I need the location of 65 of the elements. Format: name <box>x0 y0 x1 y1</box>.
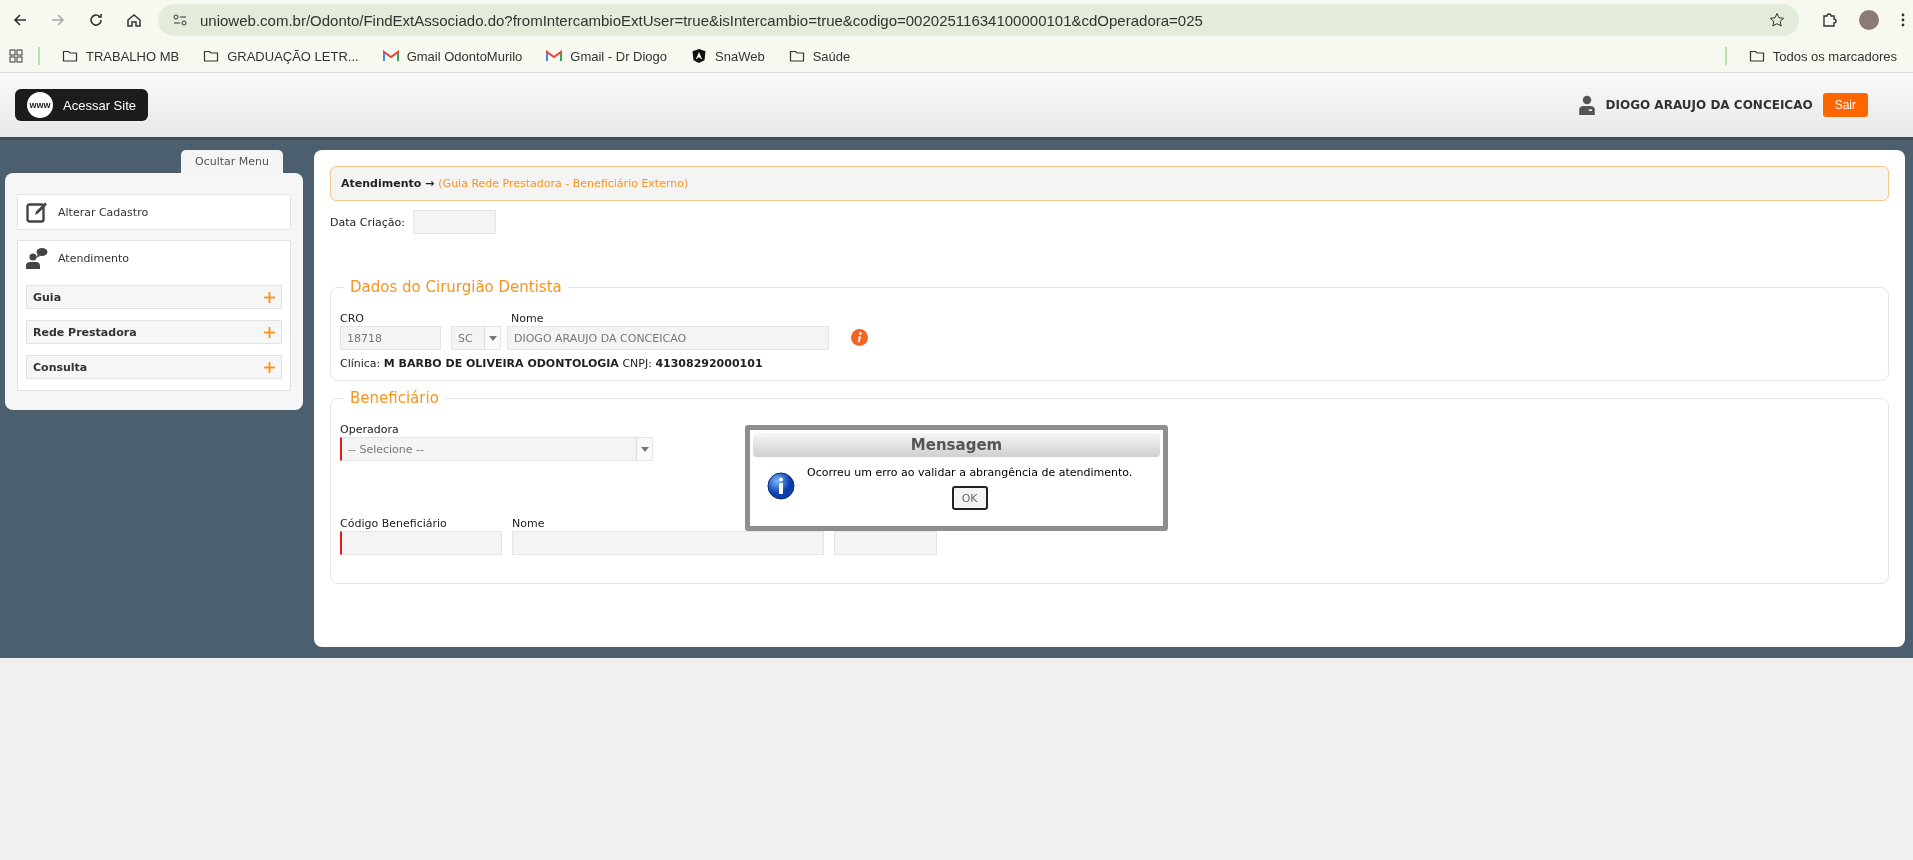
plus-icon <box>264 291 275 303</box>
clinic-info: Clínica: M BARBO DE OLIVEIRA ODONTOLOGIA CNPJ: 41308292000101 <box>340 357 764 370</box>
caret-icon <box>488 335 497 341</box>
bookmark-item[interactable]: Gmail OdontoMurilo <box>374 48 531 64</box>
all-bookmarks-item[interactable]: Todos os marcadores <box>1740 48 1905 64</box>
reload-icon[interactable] <box>88 12 104 28</box>
field-label: Nome <box>512 517 546 530</box>
extensions-icon[interactable] <box>1821 12 1837 28</box>
operator-select[interactable]: -- Selecione -- <box>340 437 653 461</box>
globe-badge-icon: www <box>27 92 53 118</box>
folder-icon <box>788 48 805 64</box>
site-info-icon[interactable] <box>172 12 188 28</box>
submenu-item[interactable]: Rede Prestadora <box>26 320 282 344</box>
field-label: Nome <box>511 312 545 325</box>
mail-icon <box>546 48 563 64</box>
text-field[interactable] <box>834 531 937 555</box>
folder-icon <box>203 48 220 64</box>
menu-item[interactable]: Alterar Cadastro <box>26 195 282 229</box>
edit-icon <box>26 201 48 223</box>
bookmark-item[interactable]: Saúde <box>780 48 859 64</box>
more-menu-icon[interactable] <box>1901 12 1905 28</box>
apps-grid-icon[interactable] <box>8 48 24 64</box>
user-icon <box>1577 95 1596 115</box>
menu-item[interactable]: Atendimento <box>26 241 282 275</box>
name-field[interactable]: DIOGO ARAUJO DA CONCEICAO <box>507 326 829 350</box>
caret-icon <box>640 446 649 452</box>
dialog-message: Ocorreu um erro ao validar a abrangência de atendimento. <box>807 466 1133 479</box>
bookmark-item[interactable]: SnaWeb <box>683 48 773 64</box>
address-bar[interactable]: unioweb.com.br/Odonto/FindExtAssociado.do?fromIntercambioExtUser=true&isIntercambio=true&codigo=00202511634100000101&cdOperadora=025 <box>158 4 1799 36</box>
bookmark-item[interactable]: GRADUAÇÃO LETR... <box>195 48 367 64</box>
field-label: Operadora <box>340 423 400 436</box>
field-label: Data Criação: <box>330 215 405 229</box>
section-title: Dados do Cirurgião Dentista <box>349 278 563 296</box>
folder-icon <box>62 48 78 64</box>
person-speech-icon <box>26 247 48 269</box>
beneficiary-name-field[interactable] <box>512 531 824 555</box>
breadcrumb-root: Atendimento → <box>341 177 435 190</box>
mail-icon <box>382 48 399 64</box>
submenu-item[interactable]: Guia <box>26 285 282 309</box>
home-icon[interactable] <box>126 12 142 28</box>
profile-avatar[interactable] <box>1859 10 1879 30</box>
submenu-item[interactable]: Consulta <box>26 355 282 379</box>
hide-menu-tab[interactable]: Ocultar Menu <box>181 150 283 173</box>
info-icon[interactable] <box>851 329 868 346</box>
plus-icon <box>264 361 275 373</box>
user-name: DIOGO ARAUJO DA CONCEICAO <box>1605 98 1813 112</box>
breadcrumb-current: (Guia Rede Prestadora - Beneficiário Externo) <box>438 177 689 190</box>
folder-icon <box>1748 48 1765 64</box>
plus-icon <box>264 326 275 338</box>
bookmark-item[interactable]: Gmail - Dr Diogo <box>538 48 676 64</box>
info-icon <box>767 472 795 500</box>
state-select[interactable]: SC <box>451 326 501 350</box>
date-field[interactable] <box>413 210 496 234</box>
field-label: CRO <box>340 312 365 325</box>
star-icon[interactable] <box>1769 12 1785 28</box>
shield-logo-icon <box>691 48 708 64</box>
beneficiary-code-field[interactable] <box>340 531 502 555</box>
cro-field[interactable]: 18718 <box>340 326 441 350</box>
dialog-title: Mensagem <box>753 433 1160 457</box>
back-icon[interactable] <box>12 12 28 28</box>
ok-button[interactable]: OK <box>951 486 988 510</box>
field-label: Código Beneficiário <box>340 517 448 530</box>
section-title: Beneficiário <box>349 389 440 407</box>
bookmark-item[interactable]: TRABALHO MB <box>54 48 188 64</box>
site-link-button[interactable]: www Acessar Site <box>15 89 148 121</box>
